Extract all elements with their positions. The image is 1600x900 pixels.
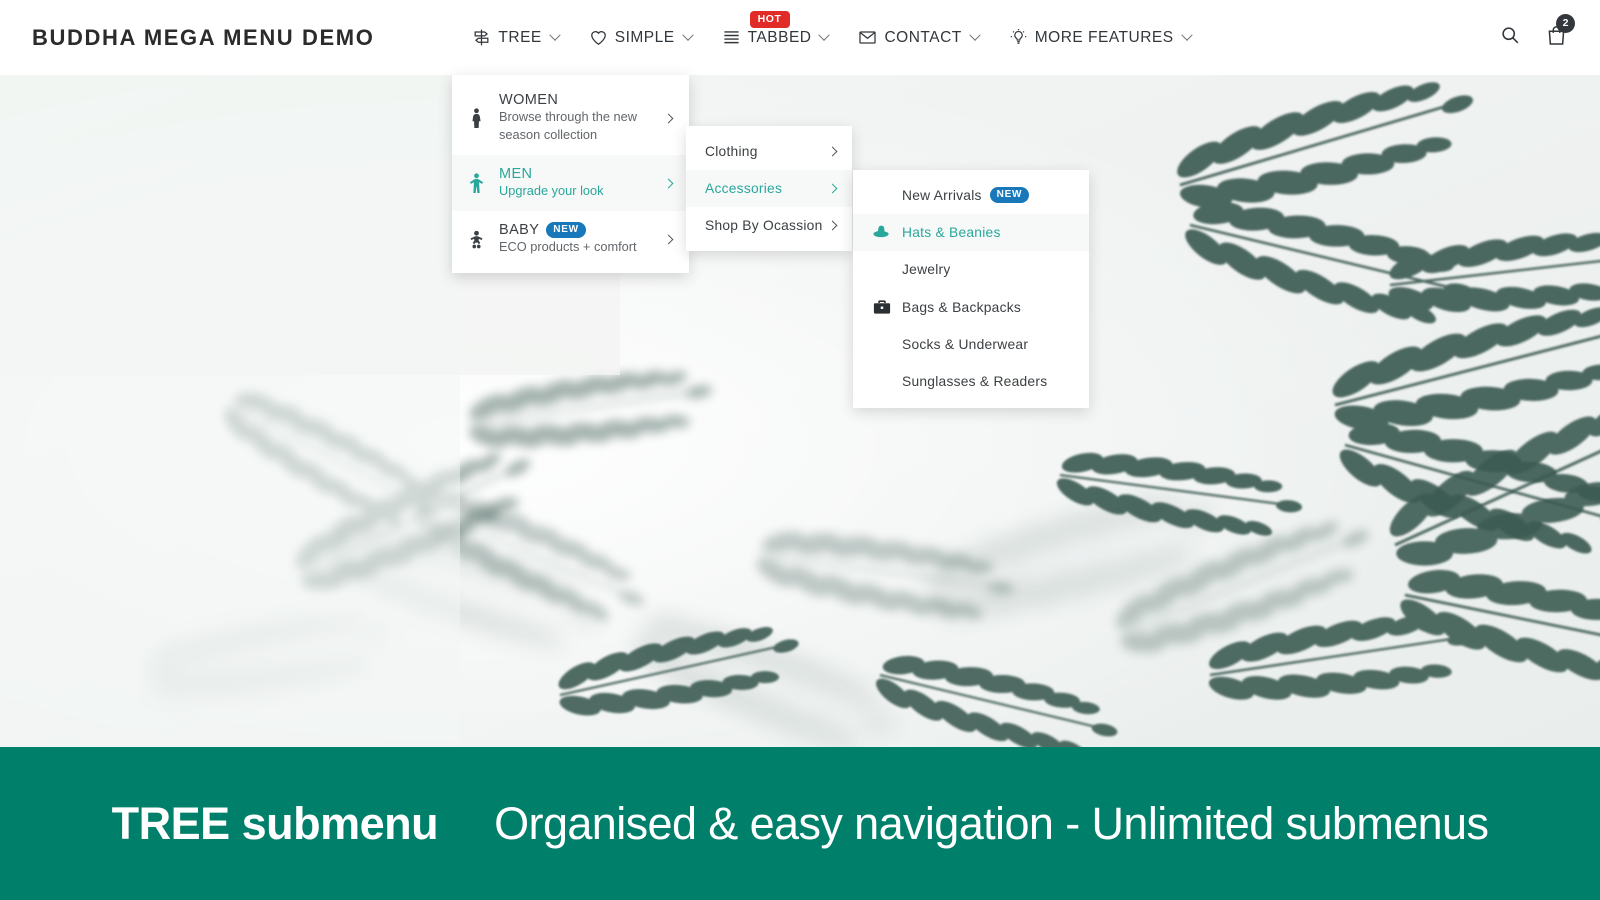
menu-item-men[interactable]: MEN Upgrade your look xyxy=(452,155,689,211)
chevron-right-icon xyxy=(827,183,838,194)
chevron-right-icon xyxy=(663,234,674,244)
menu-item-men-description: Upgrade your look xyxy=(499,183,604,198)
label: MEN xyxy=(499,166,533,182)
nav-label-more-features: MORE FEATURES xyxy=(1034,28,1174,46)
search-icon xyxy=(1499,24,1521,51)
label: WOMEN xyxy=(499,92,559,108)
submenu-item-shop-by-ocassion[interactable]: Shop By Ocassion xyxy=(686,207,852,244)
nav-item-contact[interactable]: CONTACT xyxy=(858,0,981,75)
hat-icon xyxy=(871,225,892,240)
search-button[interactable] xyxy=(1499,24,1521,51)
promo-banner-subtitle: Organised & easy navigation - Unlimited … xyxy=(494,797,1489,849)
menu-item-men-text: MEN Upgrade your look xyxy=(499,166,652,200)
submenu-item-accessories[interactable]: Accessories xyxy=(686,170,852,207)
submenu-item-new-arrivals-label-group: New Arrivals NEW xyxy=(902,187,1030,203)
promo-banner: TREE submenu Organised & easy navigation… xyxy=(0,747,1600,900)
chevron-down-icon xyxy=(1180,29,1193,41)
submenu-item-hats-beanies[interactable]: Hats & Beanies xyxy=(853,214,1089,251)
submenu-item-hats-beanies-label-group: Hats & Beanies xyxy=(902,225,1001,240)
mega-menu-level-1: WOMEN Browse through the new season coll… xyxy=(452,75,689,273)
menu-item-baby-description: ECO products + comfort xyxy=(499,239,637,254)
chevron-down-icon xyxy=(681,29,694,41)
cart-count-badge: 2 xyxy=(1556,13,1575,33)
submenu-item-hats-beanies-label: Hats & Beanies xyxy=(902,225,1001,240)
submenu-item-bags-backpacks-label: Bags & Backpacks xyxy=(902,299,1022,315)
menu-item-women[interactable]: WOMEN Browse through the new season coll… xyxy=(452,81,689,155)
submenu-item-sunglasses-readers-label: Sunglasses & Readers xyxy=(902,374,1048,389)
new-badge: NEW xyxy=(546,222,586,238)
submenu-item-jewelry-label: Jewelry xyxy=(902,262,951,277)
submenu-item-clothing[interactable]: Clothing xyxy=(686,133,852,170)
menu-item-women-title: WOMEN xyxy=(499,92,652,108)
submenu-item-shop-by-ocassion-label: Shop By Ocassion xyxy=(705,218,823,233)
menu-item-men-title: MEN xyxy=(499,166,652,182)
chevron-right-icon xyxy=(663,178,674,188)
menu-item-women-description: Browse through the new season collection xyxy=(499,109,638,142)
nav-label-tree: TREE xyxy=(498,28,542,46)
nav-item-more-features[interactable]: MORE FEATURES xyxy=(1009,0,1193,75)
new-badge: NEW xyxy=(989,187,1030,203)
submenu-item-new-arrivals[interactable]: New Arrivals NEW xyxy=(853,176,1089,214)
site-header: BUDDHA MEGA MENU DEMO TREE SIMPLE HOT TA… xyxy=(0,0,1600,75)
submenu-item-new-arrivals-label: New Arrivals xyxy=(902,187,982,203)
heart-icon xyxy=(589,28,608,47)
baby-figure-icon xyxy=(466,229,486,250)
briefcase-icon xyxy=(871,299,892,315)
menu-item-baby-text: BABY NEW ECO products + comfort xyxy=(499,222,652,256)
submenu-item-socks-underwear[interactable]: Socks & Underwear xyxy=(853,326,1089,363)
site-brand-title: BUDDHA MEGA MENU DEMO xyxy=(32,24,375,50)
lightbulb-icon xyxy=(1009,28,1028,47)
nav-label-contact: CONTACT xyxy=(884,28,962,46)
nav-label-simple: SIMPLE xyxy=(614,28,675,46)
mega-menu-level-3: New Arrivals NEW Hats & Beanies Jewelry xyxy=(853,170,1089,408)
chevron-down-icon xyxy=(818,29,831,41)
cart-button[interactable]: 2 xyxy=(1545,13,1575,52)
mega-menu-level-2: Clothing Accessories Shop By Ocassion xyxy=(686,126,852,251)
envelope-icon xyxy=(858,28,877,47)
man-figure-icon xyxy=(466,172,486,194)
main-navigation: TREE SIMPLE HOT TABBED CONTACT MORE FEAT… xyxy=(472,0,1193,75)
nav-item-tree[interactable]: TREE xyxy=(472,0,561,75)
chevron-right-icon xyxy=(827,220,838,231)
hot-badge: HOT xyxy=(749,11,790,28)
submenu-item-bags-backpacks-label-group: Bags & Backpacks xyxy=(902,300,1021,315)
woman-figure-icon xyxy=(466,107,486,129)
nav-item-tabbed[interactable]: HOT TABBED xyxy=(722,0,831,75)
stack-lines-icon xyxy=(722,28,741,47)
chevron-right-icon xyxy=(827,146,838,157)
promo-banner-title-text: TREE submenu xyxy=(111,797,439,849)
chevron-down-icon xyxy=(549,29,561,41)
submenu-item-sunglasses-readers-label-group: Sunglasses & Readers xyxy=(902,374,1047,389)
submenu-item-sunglasses-readers[interactable]: Sunglasses & Readers xyxy=(853,363,1089,400)
menu-item-baby-title: BABY NEW xyxy=(499,222,652,238)
menu-item-baby[interactable]: BABY NEW ECO products + comfort xyxy=(452,211,689,267)
chevron-down-icon xyxy=(969,29,981,41)
chevron-right-icon xyxy=(663,113,674,123)
submenu-item-clothing-label: Clothing xyxy=(705,144,758,159)
submenu-item-socks-underwear-label-group: Socks & Underwear xyxy=(902,337,1028,352)
submenu-item-jewelry[interactable]: Jewelry xyxy=(853,251,1089,288)
submenu-item-jewelry-label-group: Jewelry xyxy=(902,262,951,277)
submenu-item-socks-underwear-label: Socks & Underwear xyxy=(902,337,1029,352)
promo-banner-title: TREE submenu xyxy=(112,798,439,850)
nav-label-tabbed: TABBED xyxy=(747,28,812,46)
label: BABY xyxy=(499,222,540,238)
page-root: BUDDHA MEGA MENU DEMO TREE SIMPLE HOT TA… xyxy=(0,0,1600,900)
header-actions: 2 xyxy=(1499,13,1575,52)
submenu-item-bags-backpacks[interactable]: Bags & Backpacks xyxy=(853,288,1089,326)
signpost-icon xyxy=(472,28,491,47)
menu-item-women-text: WOMEN Browse through the new season coll… xyxy=(499,92,652,144)
submenu-item-accessories-label: Accessories xyxy=(705,181,783,196)
nav-item-simple[interactable]: SIMPLE xyxy=(589,0,694,75)
